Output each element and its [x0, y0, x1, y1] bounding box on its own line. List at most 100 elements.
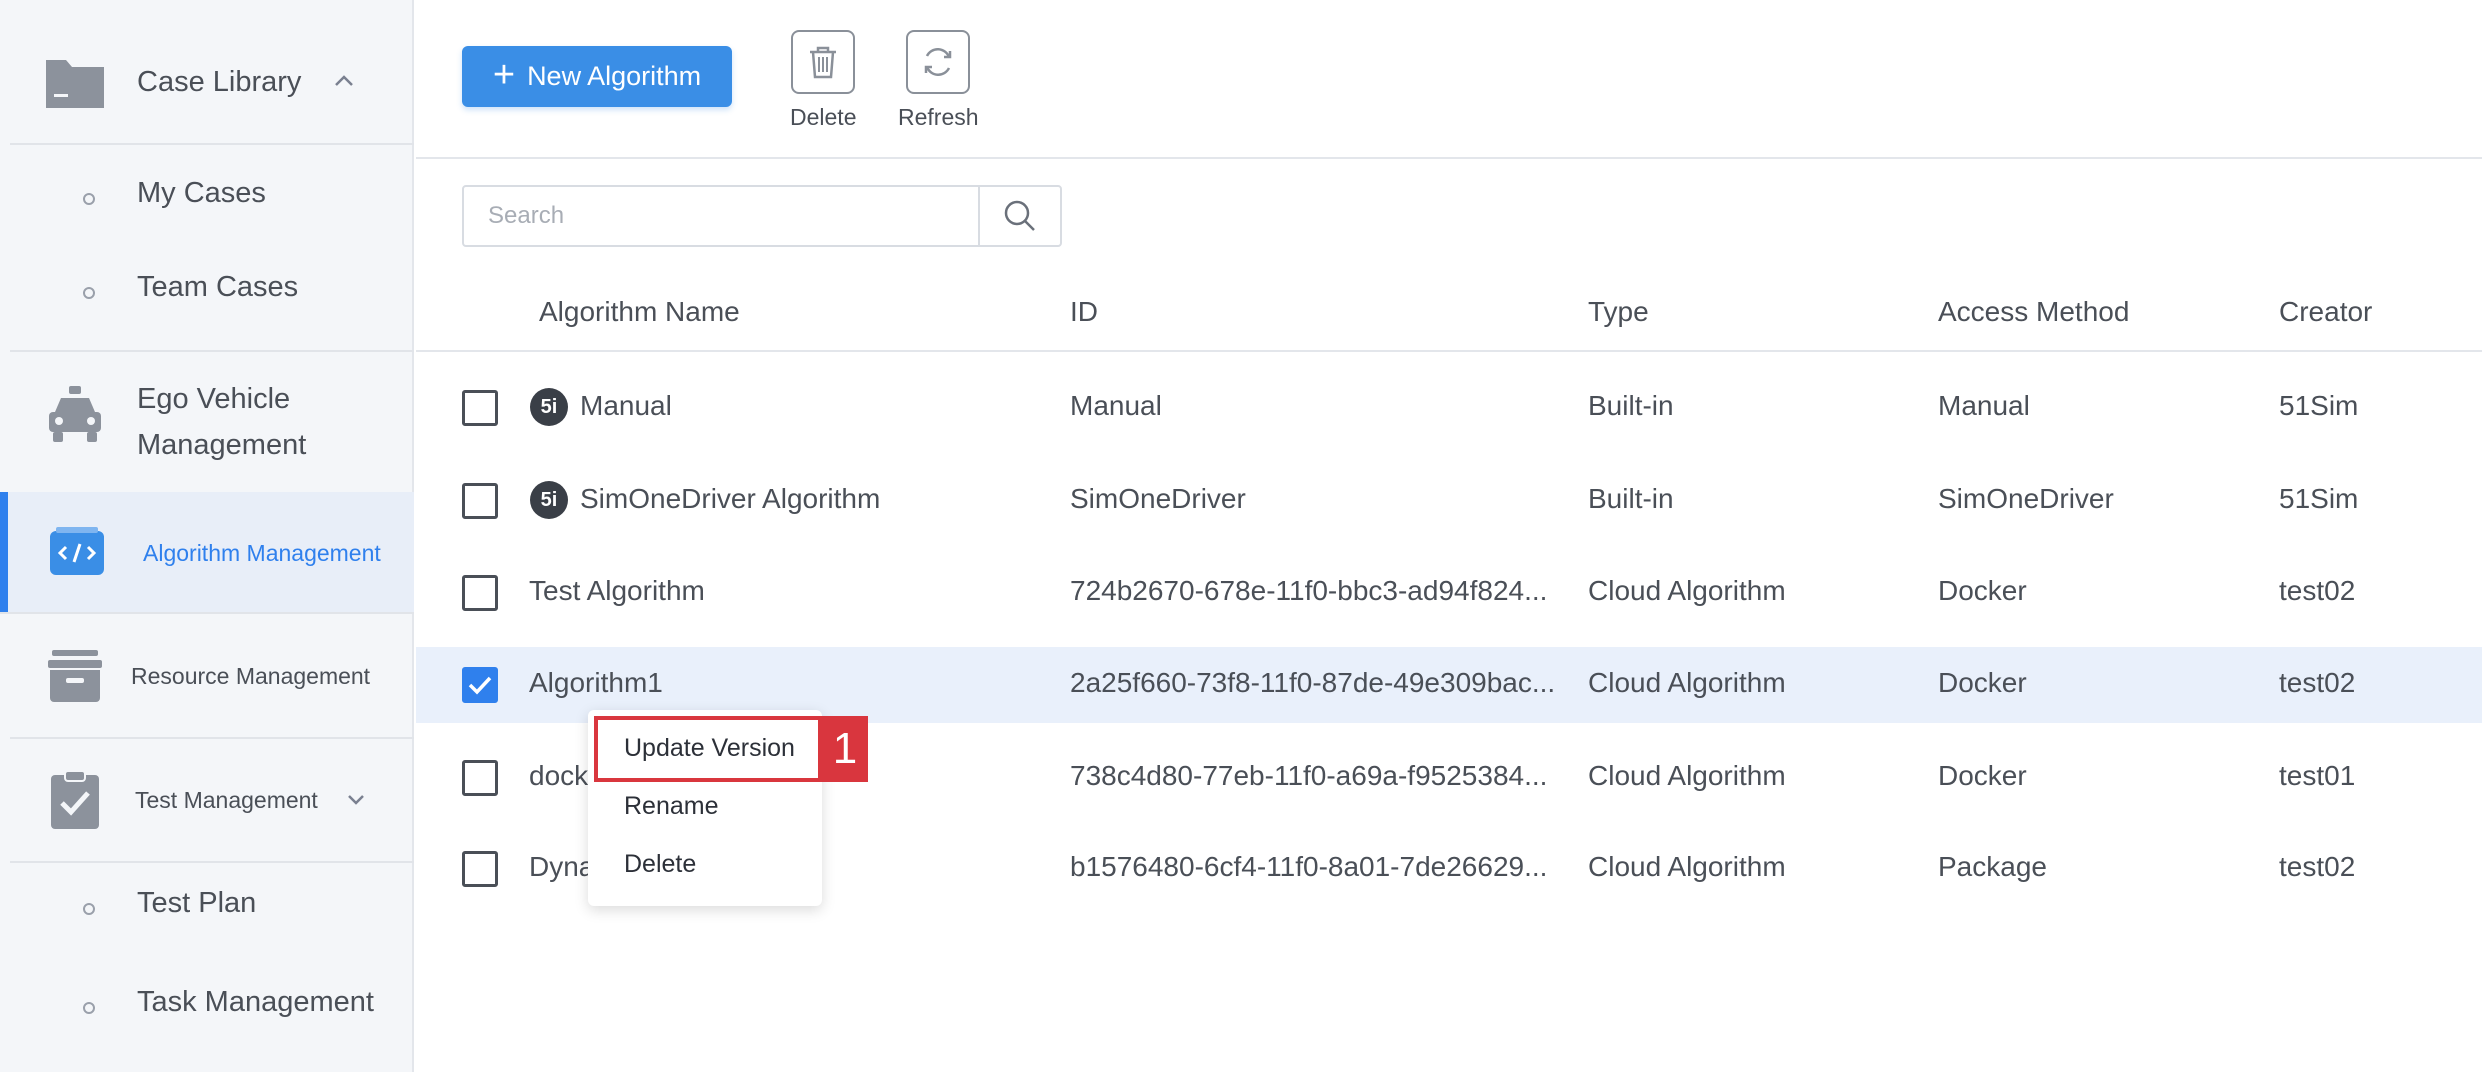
cell-algorithm-name: Dyna — [529, 851, 595, 882]
cell-id: 724b2670-678e-11f0-bbc3-ad94f824... — [1070, 575, 1548, 606]
nav-label-test-management: Test Management — [135, 787, 318, 813]
row-checkbox[interactable] — [462, 390, 498, 426]
nav-label-ego-vehicle-line1: Ego Vehicle — [137, 383, 291, 415]
table-row[interactable]: 5i SimOneDriver Algorithm SimOneDriver B… — [416, 463, 2482, 539]
cell-type: Cloud Algorithm — [1588, 760, 1786, 791]
nav-ego-vehicle-management[interactable]: Ego Vehicle Management — [0, 370, 414, 478]
chevron-down-icon[interactable] — [346, 786, 366, 814]
cell-algorithm-name: Manual — [580, 390, 672, 421]
nav-label-resource-management: Resource Management — [131, 663, 371, 689]
cell-creator: 51Sim — [2279, 390, 2359, 421]
chevron-up-icon[interactable] — [334, 66, 354, 94]
builtin-logo-icon: 5i — [530, 481, 568, 519]
sidebar-item-label: Task Management — [137, 986, 374, 1018]
menu-item-delete[interactable]: Delete — [624, 850, 696, 879]
delete-tool-button[interactable]: Delete — [790, 30, 856, 131]
search-icon — [1004, 200, 1035, 231]
row-checkbox[interactable] — [462, 483, 498, 519]
nav-algorithm-management[interactable]: Algorithm Management — [0, 492, 414, 614]
highlight-box — [594, 716, 822, 782]
cell-access-method: Package — [1938, 851, 2047, 882]
row-checkbox[interactable] — [462, 851, 498, 887]
search-box — [462, 185, 1062, 247]
cell-algorithm-name: dock — [529, 760, 589, 791]
code-icon — [46, 522, 108, 584]
sidebar-item-label: Test Plan — [137, 887, 257, 919]
search-input[interactable] — [464, 187, 978, 245]
sidebar-item-label: My Cases — [137, 177, 266, 209]
menu-item-rename[interactable]: Rename — [624, 792, 719, 821]
folder-icon — [44, 51, 106, 113]
column-header-id: ID — [1070, 296, 1098, 327]
delete-tool-label: Delete — [790, 104, 857, 130]
sidebar-item-label: Team Cases — [137, 271, 299, 303]
archive-box-icon — [44, 645, 106, 707]
toolbar-divider — [416, 157, 2482, 159]
cell-creator: test01 — [2279, 760, 2356, 791]
table-row[interactable]: Test Algorithm 724b2670-678e-11f0-bbc3-a… — [416, 555, 2482, 631]
sidebar-item-task-management[interactable]: Task Management — [0, 972, 414, 1042]
cell-type: Cloud Algorithm — [1588, 575, 1786, 606]
divider — [0, 612, 414, 614]
nav-resource-management[interactable]: Resource Management — [0, 640, 414, 712]
cell-access-method: Manual — [1938, 390, 2030, 421]
cell-type: Cloud Algorithm — [1588, 667, 1786, 698]
cell-type: Built-in — [1588, 390, 1674, 421]
nav-case-library[interactable]: Case Library — [0, 40, 414, 124]
cell-creator: test02 — [2279, 851, 2356, 882]
step-number-badge: 1 — [822, 716, 868, 782]
row-checkbox[interactable] — [462, 760, 498, 796]
divider — [10, 861, 414, 863]
refresh-tool-label: Refresh — [898, 104, 979, 130]
column-header-access-method: Access Method — [1938, 296, 2130, 327]
bullet-icon — [83, 903, 95, 915]
column-header-type: Type — [1588, 296, 1649, 327]
plus-icon: + — [492, 53, 516, 96]
sidebar: Case Library My Cases Team Cases Ego Veh… — [0, 0, 414, 1072]
divider — [10, 143, 414, 145]
table-row[interactable]: 5i Manual Manual Built-in Manual 51Sim — [416, 370, 2482, 446]
nav-test-management[interactable]: Test Management — [0, 764, 414, 836]
trash-icon — [791, 30, 856, 94]
row-checkbox-checked[interactable] — [462, 667, 498, 703]
column-header-creator: Creator — [2279, 296, 2373, 327]
bullet-icon — [83, 193, 95, 205]
cell-id: Manual — [1070, 390, 1162, 421]
cell-algorithm-name: Test Algorithm — [529, 575, 705, 606]
bullet-icon — [83, 1002, 95, 1014]
cell-access-method: SimOneDriver — [1938, 483, 2114, 514]
clipboard-check-icon — [44, 769, 106, 831]
cell-id: SimOneDriver — [1070, 483, 1246, 514]
cell-id: b1576480-6cf4-11f0-8a01-7de26629... — [1070, 851, 1548, 882]
car-icon — [44, 384, 106, 446]
new-algorithm-button[interactable]: + New Algorithm — [462, 46, 732, 107]
refresh-tool-button[interactable]: Refresh — [898, 30, 979, 131]
bullet-icon — [83, 287, 95, 299]
builtin-logo-icon: 5i — [530, 388, 568, 426]
sidebar-item-my-cases[interactable]: My Cases — [0, 163, 414, 233]
checkmark-icon — [468, 676, 492, 695]
cell-creator: test02 — [2279, 667, 2356, 698]
divider — [10, 350, 414, 352]
cell-type: Cloud Algorithm — [1588, 851, 1786, 882]
row-checkbox[interactable] — [462, 575, 498, 611]
cell-type: Built-in — [1588, 483, 1674, 514]
cell-creator: 51Sim — [2279, 483, 2359, 514]
nav-label-ego-vehicle-line2: Management — [137, 429, 307, 461]
cell-id: 738c4d80-77eb-11f0-a69a-f9525384... — [1070, 760, 1548, 791]
column-header-algorithm-name: Algorithm Name — [539, 296, 740, 327]
sidebar-item-test-plan[interactable]: Test Plan — [0, 873, 414, 943]
cell-access-method: Docker — [1938, 667, 2027, 698]
divider — [10, 737, 414, 739]
new-algorithm-label: New Algorithm — [527, 61, 702, 91]
table-header-divider — [416, 350, 2482, 352]
cell-access-method: Docker — [1938, 760, 2027, 791]
nav-label-case-library: Case Library — [137, 66, 302, 98]
cell-id: 2a25f660-73f8-11f0-87de-49e309bac... — [1070, 667, 1556, 698]
refresh-icon — [906, 30, 971, 94]
cell-algorithm-name: SimOneDriver Algorithm — [580, 483, 881, 514]
sidebar-item-team-cases[interactable]: Team Cases — [0, 257, 414, 327]
cell-algorithm-name: Algorithm1 — [529, 667, 663, 698]
cell-creator: test02 — [2279, 575, 2356, 606]
search-button[interactable] — [978, 187, 1060, 245]
